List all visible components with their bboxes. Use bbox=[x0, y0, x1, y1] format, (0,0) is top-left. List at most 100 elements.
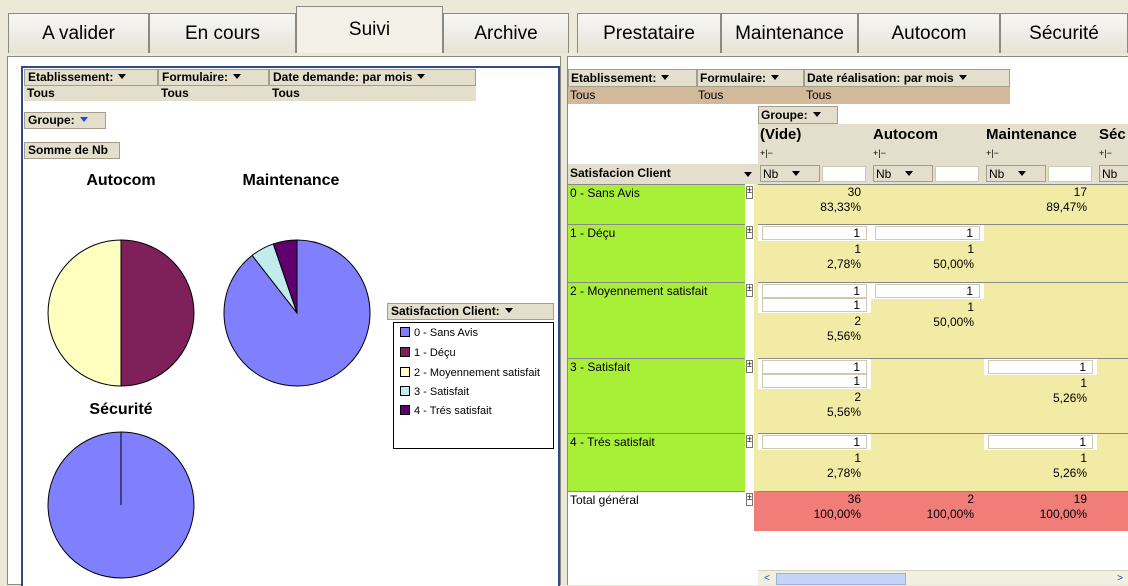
tab-securite[interactable]: Sécurité bbox=[1000, 13, 1128, 53]
percent-value: 10 bbox=[1097, 200, 1128, 214]
dropdown-arrow-icon bbox=[958, 75, 967, 80]
detail-value-box: 1 bbox=[762, 360, 867, 374]
measure-field-button[interactable]: Nb bbox=[760, 165, 820, 182]
expand-collapse-icon[interactable]: +|− bbox=[986, 149, 999, 158]
row-strip bbox=[754, 358, 758, 433]
dropdown-arrow-icon bbox=[118, 74, 127, 79]
percent-value: 100,00% bbox=[926, 507, 974, 521]
value-cell bbox=[1097, 433, 1128, 491]
measure-field-button[interactable]: Nb bbox=[873, 165, 933, 182]
tab-archive[interactable]: Archive bbox=[443, 13, 569, 53]
detail-value-box: 1 bbox=[875, 284, 980, 298]
detail-value-box: 1 bbox=[762, 284, 867, 298]
dropdown-arrow-icon bbox=[905, 171, 914, 176]
scroll-thumb[interactable] bbox=[776, 573, 906, 585]
scroll-right-icon[interactable]: > bbox=[1113, 573, 1127, 585]
filter-label: Etablissement: bbox=[571, 71, 657, 85]
detail-value: 1 bbox=[853, 298, 860, 312]
detail-value: 1 bbox=[853, 360, 860, 374]
filter-value-etablissement: Tous bbox=[570, 88, 596, 102]
percent-value: 89,47% bbox=[1046, 200, 1087, 214]
count-value: 1 bbox=[967, 300, 974, 314]
row-field-button[interactable]: Satisfacion Client bbox=[568, 165, 751, 183]
legend-item: 1 - Déçu bbox=[400, 346, 456, 360]
chart-legend: 0 - Sans Avis 1 - Déçu 2 - Moyennement s… bbox=[393, 322, 554, 449]
row-label: 1 - Déçu bbox=[568, 224, 745, 282]
percent-value: 50,00% bbox=[933, 315, 974, 329]
detail-value: 1 bbox=[853, 374, 860, 388]
pie-chart-maintenance bbox=[223, 239, 371, 387]
expand-collapse-icon[interactable]: +|− bbox=[760, 149, 773, 158]
tab-label: Prestataire bbox=[603, 22, 695, 44]
value-cell bbox=[1097, 224, 1128, 282]
legend-field-button[interactable]: Satisfaction Client: bbox=[387, 303, 554, 320]
expand-icon[interactable]: ± bbox=[746, 186, 753, 199]
row-label: 0 - Sans Avis bbox=[568, 184, 745, 224]
percent-value: 83,33% bbox=[820, 200, 861, 214]
filter-formulaire[interactable]: Formulaire: bbox=[158, 69, 269, 86]
groupe-field-button[interactable]: Groupe: bbox=[758, 106, 838, 124]
dropdown-arrow-icon bbox=[1018, 171, 1027, 176]
value-cell bbox=[871, 358, 984, 433]
detail-value-box: 1 bbox=[988, 435, 1093, 449]
count-value: 36 bbox=[847, 492, 861, 506]
legend-label: 3 - Satisfait bbox=[414, 386, 470, 398]
pie-title-maintenance: Maintenance bbox=[242, 172, 340, 189]
groupe-label: Groupe: bbox=[28, 113, 75, 127]
percent-value: 5,56% bbox=[826, 329, 861, 343]
detail-value-box: 1 bbox=[762, 298, 867, 312]
percent-value: 5,26% bbox=[1052, 391, 1087, 405]
dropdown-arrow-icon bbox=[744, 172, 752, 177]
count-value: 1 bbox=[1080, 451, 1087, 465]
expand-icon[interactable]: ± bbox=[746, 226, 753, 239]
scroll-left-icon[interactable]: < bbox=[760, 573, 774, 585]
count-value: 2 bbox=[967, 492, 974, 506]
column-header: Séc bbox=[1099, 126, 1126, 143]
expand-icon[interactable]: ± bbox=[746, 284, 753, 297]
pie-chart-autocom bbox=[47, 239, 195, 387]
filter-date-realisation[interactable]: Date réalisation: par mois bbox=[804, 69, 1010, 87]
expand-collapse-icon[interactable]: +|− bbox=[873, 149, 886, 158]
row-strip bbox=[754, 184, 758, 224]
tab-a-valider[interactable]: A valider bbox=[8, 13, 149, 53]
filter-date-demande[interactable]: Date demande: par mois bbox=[269, 69, 476, 86]
filter-label: Date demande: par mois bbox=[273, 70, 413, 84]
expand-icon[interactable]: ± bbox=[746, 493, 753, 506]
pivot-chart-area: Etablissement: Formulaire: Date demande:… bbox=[21, 66, 560, 586]
detail-value: 1 bbox=[966, 226, 973, 240]
row-label: 2 - Moyennement satisfait bbox=[568, 282, 745, 358]
detail-value: 1 bbox=[853, 284, 860, 298]
groupe-label: Groupe: bbox=[761, 108, 808, 122]
filter-value-date: Tous bbox=[806, 88, 832, 102]
filter-formulaire[interactable]: Formulaire: bbox=[697, 69, 804, 87]
measure-filter-box bbox=[935, 166, 979, 182]
filter-label: Etablissement: bbox=[28, 70, 114, 84]
tab-maintenance[interactable]: Maintenance bbox=[721, 13, 858, 53]
value-cell bbox=[1097, 282, 1128, 358]
measure-field-button[interactable]: Nb bbox=[1099, 165, 1128, 182]
count-value: 2 bbox=[854, 390, 861, 404]
count-value: 19 bbox=[1073, 492, 1087, 506]
horizontal-scrollbar[interactable]: < > bbox=[758, 570, 1128, 585]
dropdown-arrow-icon bbox=[79, 117, 88, 122]
legend-swatch bbox=[400, 367, 410, 377]
legend-item: 0 - Sans Avis bbox=[400, 326, 478, 340]
expand-icon[interactable]: ± bbox=[746, 360, 753, 373]
measure-field-button[interactable]: Nb bbox=[986, 165, 1046, 182]
tab-en-cours[interactable]: En cours bbox=[149, 13, 296, 53]
groupe-field-button[interactable]: Groupe: bbox=[24, 112, 106, 129]
filter-values-row bbox=[568, 87, 1010, 104]
dropdown-arrow-icon bbox=[812, 112, 821, 117]
sum-field-button[interactable]: Somme de Nb bbox=[24, 142, 120, 159]
pie-title-securite: Sécurité bbox=[89, 401, 153, 418]
filter-etablissement[interactable]: Etablissement: bbox=[568, 69, 697, 87]
percent-value: 2,78% bbox=[826, 257, 861, 271]
tab-prestataire[interactable]: Prestataire bbox=[577, 13, 721, 53]
filter-etablissement[interactable]: Etablissement: bbox=[24, 69, 158, 86]
tab-autocom[interactable]: Autocom bbox=[858, 13, 1000, 53]
pie-slice bbox=[47, 239, 122, 387]
tab-suivi[interactable]: Suivi bbox=[296, 6, 443, 53]
expand-icon[interactable]: ± bbox=[746, 435, 753, 448]
expand-collapse-icon[interactable]: +|− bbox=[1099, 149, 1112, 158]
detail-value: 1 bbox=[853, 435, 860, 449]
